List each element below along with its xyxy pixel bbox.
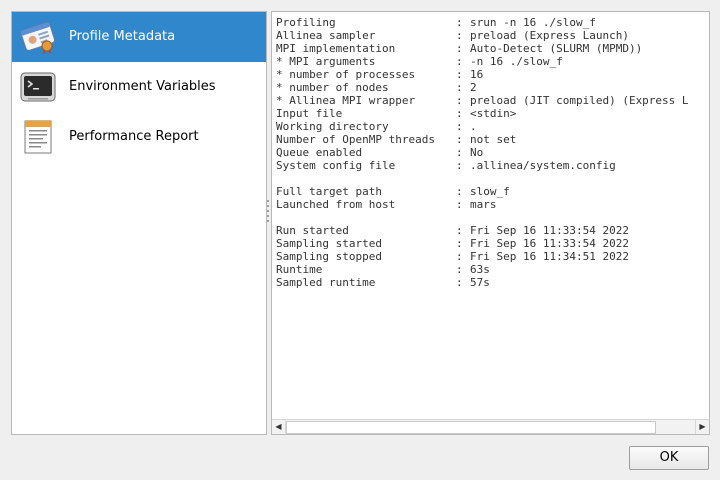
metadata-key: MPI implementation [276,42,396,55]
metadata-row: * number of nodes:2 [276,81,709,94]
metadata-value: No [470,146,484,159]
metadata-value: Fri Sep 16 11:33:54 2022 [470,224,629,237]
metadata-key: Run started [276,224,349,237]
metadata-key: Sampled runtime [276,276,376,289]
ok-button[interactable]: OK [629,446,709,470]
metadata-value: Auto-Detect (SLURM (MPMD)) [470,42,643,55]
metadata-row: Runtime:63s [276,263,709,276]
sidebar-item-environment-variables[interactable]: Environment Variables [12,62,266,112]
metadata-key: Sampling stopped [276,250,382,263]
metadata-separator: : [456,198,463,211]
sidebar-item-label: Performance Report [69,129,199,144]
metadata-key: Input file [276,107,343,120]
metadata-separator: : [456,68,463,81]
horizontal-scrollbar[interactable]: ◀ ▶ [272,419,709,434]
metadata-row: MPI implementation: Auto-Detect (SLURM (M… [276,42,709,55]
metadata-value: 2 [470,81,477,94]
document-icon [20,119,56,155]
metadata-value: preload (Express Launch) [470,29,629,42]
metadata-panel: Profiling: srun -n 16 ./slow_f Allinea sam… [271,11,710,435]
metadata-key: Full target path [276,185,382,198]
metadata-separator: : [456,263,463,276]
metadata-separator: : [456,276,463,289]
scroll-left-arrow-icon[interactable]: ◀ [272,420,286,434]
splitter-handle[interactable] [267,200,270,230]
metadata-key: Sampling started [276,237,382,250]
metadata-separator: : [456,81,463,94]
metadata-separator: : [456,185,463,198]
metadata-value: 63s [470,263,490,276]
metadata-key: Number of OpenMP threads [276,133,435,146]
metadata-row: * number of processes:16 [276,68,709,81]
metadata-separator: : [456,107,463,120]
metadata-value: preload (JIT compiled) (Express L [470,94,689,107]
metadata-row: Number of OpenMP threads: not set [276,133,709,146]
metadata-value: . [470,120,477,133]
metadata-value: -n 16 ./slow_f [470,55,563,68]
metadata-key: * Allinea MPI wrapper [276,94,416,107]
metadata-text: Profiling: srun -n 16 ./slow_f Allinea sam… [276,16,709,418]
metadata-value: <stdin> [470,107,517,120]
metadata-row: Allinea sampler: preload (Express Launch) [276,29,709,42]
metadata-row: Working directory:. [276,120,709,133]
metadata-row: Launched from host: mars [276,198,709,211]
metadata-separator: : [456,146,463,159]
metadata-separator: : [456,42,463,55]
metadata-separator: : [456,159,463,172]
metadata-separator: : [456,133,463,146]
metadata-key: * number of processes [276,68,416,81]
metadata-separator: : [456,250,463,263]
scrollbar-thumb[interactable] [286,421,656,434]
sidebar-item-label: Environment Variables [69,79,216,94]
metadata-key: Profiling [276,16,336,29]
metadata-value: mars [470,198,497,211]
profile-metadata-dialog: Profile Metadata Environment Variables P… [0,0,720,480]
metadata-row: Run started: Fri Sep 16 11:33:54 2022 [276,224,709,237]
metadata-separator: : [456,55,463,68]
metadata-row: * MPI arguments: -n 16 ./slow_f [276,55,709,68]
metadata-separator: : [456,94,463,107]
metadata-value: srun -n 16 ./slow_f [470,16,596,29]
sidebar-item-label: Profile Metadata [69,29,176,44]
metadata-value: Fri Sep 16 11:34:51 2022 [470,250,629,263]
metadata-value: 57s [470,276,490,289]
metadata-value: Fri Sep 16 11:33:54 2022 [470,237,629,250]
metadata-row: * Allinea MPI wrapper: preload (JIT compi… [276,94,709,107]
metadata-key: Launched from host [276,198,396,211]
terminal-icon [20,69,56,105]
metadata-row: Sampled runtime:57s [276,276,709,289]
sidebar: Profile Metadata Environment Variables P… [11,11,267,435]
metadata-separator: : [456,120,463,133]
metadata-key: Allinea sampler [276,29,376,42]
metadata-key: System config file [276,159,396,172]
metadata-row: Profiling: srun -n 16 ./slow_f [276,16,709,29]
id-card-icon [20,19,56,55]
scroll-right-arrow-icon[interactable]: ▶ [695,420,709,434]
metadata-separator: : [456,16,463,29]
metadata-separator: : [456,224,463,237]
metadata-key: * number of nodes [276,81,389,94]
metadata-row: Input file: <stdin> [276,107,709,120]
metadata-separator: : [456,29,463,42]
metadata-value: 16 [470,68,484,81]
metadata-key: Working directory [276,120,389,133]
sidebar-item-profile-metadata[interactable]: Profile Metadata [12,12,266,62]
sidebar-item-performance-report[interactable]: Performance Report [12,112,266,162]
metadata-row: Sampling started: Fri Sep 16 11:33:54 202… [276,237,709,250]
metadata-row: System config file: .allinea/system.confi… [276,159,709,172]
metadata-row: Full target path: slow_f [276,185,709,198]
metadata-value: not set [470,133,517,146]
metadata-row: Queue enabled: No [276,146,709,159]
metadata-value: slow_f [470,185,510,198]
metadata-separator: : [456,237,463,250]
metadata-value: .allinea/system.config [470,159,616,172]
metadata-key: * MPI arguments [276,55,376,68]
metadata-key: Queue enabled [276,146,363,159]
metadata-key: Runtime [276,263,323,276]
metadata-row: Sampling stopped: Fri Sep 16 11:34:51 202… [276,250,709,263]
